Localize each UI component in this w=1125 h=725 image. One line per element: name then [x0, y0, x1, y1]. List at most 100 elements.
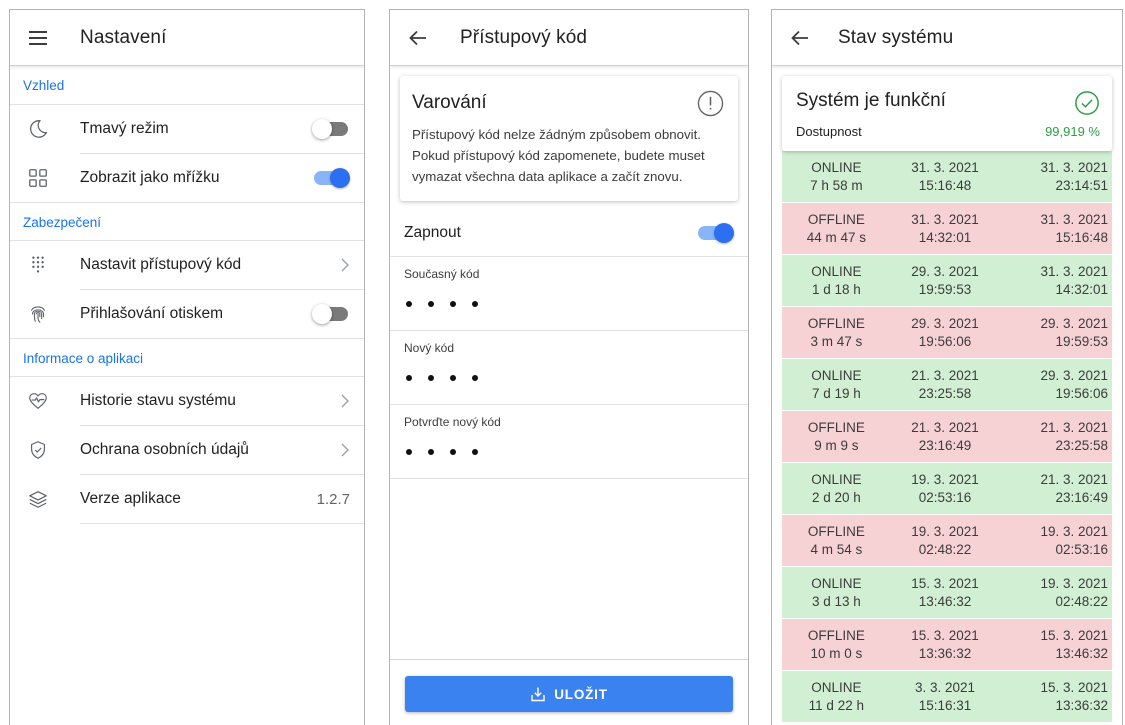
history-from-date: 31. 3. 2021: [911, 159, 979, 175]
history-cell: 15. 3. 2021 13:46:32: [999, 619, 1112, 670]
history-state: OFFLINE: [807, 627, 865, 643]
set-passcode-row[interactable]: Nastavit přístupový kód: [10, 241, 364, 289]
history-from-date: 15. 3. 2021: [911, 627, 979, 643]
availability-value: 99,919 %: [1045, 124, 1100, 139]
history-cell: 21. 3. 2021 23:16:49: [891, 411, 1000, 462]
fingerprint-switch[interactable]: [312, 304, 350, 324]
confirm-code-field[interactable]: Potvrďte nový kód: [390, 405, 748, 479]
arrow-back-icon: [409, 30, 426, 45]
history-row: ONLINE 7 h 58 m 31. 3. 2021 15:16:48 31. 3. …: [782, 151, 1112, 203]
status-title: Systém je funkční: [796, 90, 946, 111]
privacy-row[interactable]: Ochrana osobních údajů: [10, 426, 364, 474]
history-row: OFFLINE 3 m 47 s 29. 3. 2021 19:56:06 29. 3.…: [782, 307, 1112, 359]
history-from-time: 23:16:49: [918, 437, 972, 453]
set-passcode-label: Nastavit přístupový kód: [80, 256, 242, 273]
history-row: ONLINE 11 d 22 h 3. 3. 2021 15:16:31 15. 3. …: [782, 671, 1112, 723]
history-row: OFFLINE 44 m 47 s 31. 3. 2021 14:32:01 31. 3…: [782, 203, 1112, 255]
history-duration: 9 m 9 s: [814, 437, 859, 453]
history-cell: OFFLINE 44 m 47 s: [782, 203, 891, 254]
history-cell: OFFLINE 4 m 54 s: [782, 515, 891, 566]
history-to-date: 29. 3. 2021: [1040, 367, 1109, 383]
history-state: ONLINE: [811, 679, 862, 695]
history-state: ONLINE: [811, 471, 862, 487]
history-from-date: 19. 3. 2021: [911, 523, 979, 539]
fingerprint-row[interactable]: Přihlašování otiskem: [10, 290, 364, 338]
history-duration: 2 d 20 h: [811, 489, 861, 505]
warning-text: Přístupový kód nelze žádným způsobem obn…: [412, 127, 705, 184]
history-cell: OFFLINE 10 m 0 s: [782, 619, 891, 670]
history-from-time: 14:32:01: [918, 229, 972, 245]
history-duration: 44 m 47 s: [806, 229, 866, 245]
history-cell: ONLINE 2 d 20 h: [782, 463, 891, 514]
history-to-time: 13:46:32: [1055, 645, 1109, 661]
history-from-time: 13:36:32: [918, 645, 972, 661]
history-from-date: 29. 3. 2021: [911, 263, 979, 279]
history-from-time: 02:53:16: [918, 489, 972, 505]
history-to-time: 02:53:16: [1055, 541, 1109, 557]
dark-mode-row[interactable]: Tmavý režim: [10, 105, 364, 153]
history-row: OFFLINE 10 m 0 s 15. 3. 2021 13:36:32 15. 3.…: [782, 619, 1112, 671]
status-screen: Stav systému Systém je funkční Dostupnos…: [771, 9, 1123, 725]
layers-icon: [10, 488, 66, 510]
history-state: OFFLINE: [807, 315, 865, 331]
history-cell: 15. 3. 2021 13:36:32: [999, 671, 1112, 722]
status-appbar: Stav systému: [772, 10, 1122, 66]
history-cell: 31. 3. 2021 14:32:01: [999, 255, 1112, 306]
grid-view-row[interactable]: Zobrazit jako mřížku: [10, 154, 364, 202]
arrow-back-icon: [791, 30, 808, 45]
settings-appbar: Nastavení: [10, 10, 364, 66]
version-label: Verze aplikace: [80, 490, 181, 507]
history-to-date: 31. 3. 2021: [1040, 159, 1109, 175]
history-to-time: 14:32:01: [1055, 281, 1109, 297]
history-duration: 3 m 47 s: [810, 333, 863, 349]
history-row: OFFLINE 4 m 54 s 19. 3. 2021 02:48:22 19. 3.…: [782, 515, 1112, 567]
history-cell: ONLINE 11 d 22 h: [782, 671, 891, 722]
chevron-right-icon: [341, 394, 349, 408]
save-bar: ULOŽIT: [390, 659, 748, 725]
enable-label: Zapnout: [404, 223, 461, 241]
keypad-icon: [10, 254, 66, 276]
grid-view-switch[interactable]: [312, 168, 350, 188]
current-code-field[interactable]: Současný kód: [390, 257, 748, 331]
enable-switch[interactable]: [696, 222, 734, 243]
status-history-row[interactable]: Historie stavu systému: [10, 377, 364, 425]
chevron-right-icon: [341, 258, 349, 272]
dark-mode-label: Tmavý režim: [80, 120, 169, 137]
history-to-date: 21. 3. 2021: [1040, 471, 1109, 487]
history-cell: OFFLINE 9 m 9 s: [782, 411, 891, 462]
history-to-date: 19. 3. 2021: [1040, 575, 1109, 591]
history-cell: 29. 3. 2021 19:59:53: [891, 255, 1000, 306]
grid-icon: [10, 167, 66, 189]
history-from-date: 19. 3. 2021: [911, 471, 979, 487]
history-row: ONLINE 7 d 19 h 21. 3. 2021 23:25:58 29. 3. …: [782, 359, 1112, 411]
save-button[interactable]: ULOŽIT: [405, 676, 733, 712]
history-cell: 19. 3. 2021 02:53:16: [891, 463, 1000, 514]
history-from-time: 02:48:22: [918, 541, 972, 557]
history-state: ONLINE: [811, 159, 862, 175]
dark-mode-switch[interactable]: [312, 119, 350, 139]
history-cell: 3. 3. 2021 15:16:31: [891, 671, 1000, 722]
enable-row[interactable]: Zapnout: [390, 209, 748, 257]
status-card: Systém je funkční Dostupnost 99,919 %: [782, 76, 1112, 151]
history-cell: 19. 3. 2021 02:48:22: [891, 515, 1000, 566]
menu-button[interactable]: [10, 10, 66, 66]
back-button[interactable]: [772, 10, 828, 66]
history-to-time: 23:14:51: [1055, 177, 1109, 193]
version-value: 1.2.7: [316, 490, 350, 508]
history-to-time: 15:16:48: [1055, 229, 1109, 245]
history-cell: ONLINE 7 d 19 h: [782, 359, 891, 410]
history-cell: 21. 3. 2021 23:25:58: [999, 411, 1112, 462]
fingerprint-icon: [10, 303, 66, 325]
history-state: OFFLINE: [807, 523, 865, 539]
back-button[interactable]: [390, 10, 446, 66]
version-row: Verze aplikace 1.2.7: [10, 475, 364, 523]
history-cell: 19. 3. 2021 02:48:22: [999, 567, 1112, 618]
history-cell: 31. 3. 2021 15:16:48: [999, 203, 1112, 254]
history-to-time: 02:48:22: [1055, 593, 1109, 609]
history-cell: 29. 3. 2021 19:59:53: [999, 307, 1112, 358]
history-cell: 29. 3. 2021 19:56:06: [999, 359, 1112, 410]
history-to-date: 31. 3. 2021: [1040, 211, 1109, 227]
history-from-time: 15:16:48: [918, 177, 972, 193]
new-code-field[interactable]: Nový kód: [390, 331, 748, 405]
fingerprint-label: Přihlašování otiskem: [80, 305, 224, 322]
